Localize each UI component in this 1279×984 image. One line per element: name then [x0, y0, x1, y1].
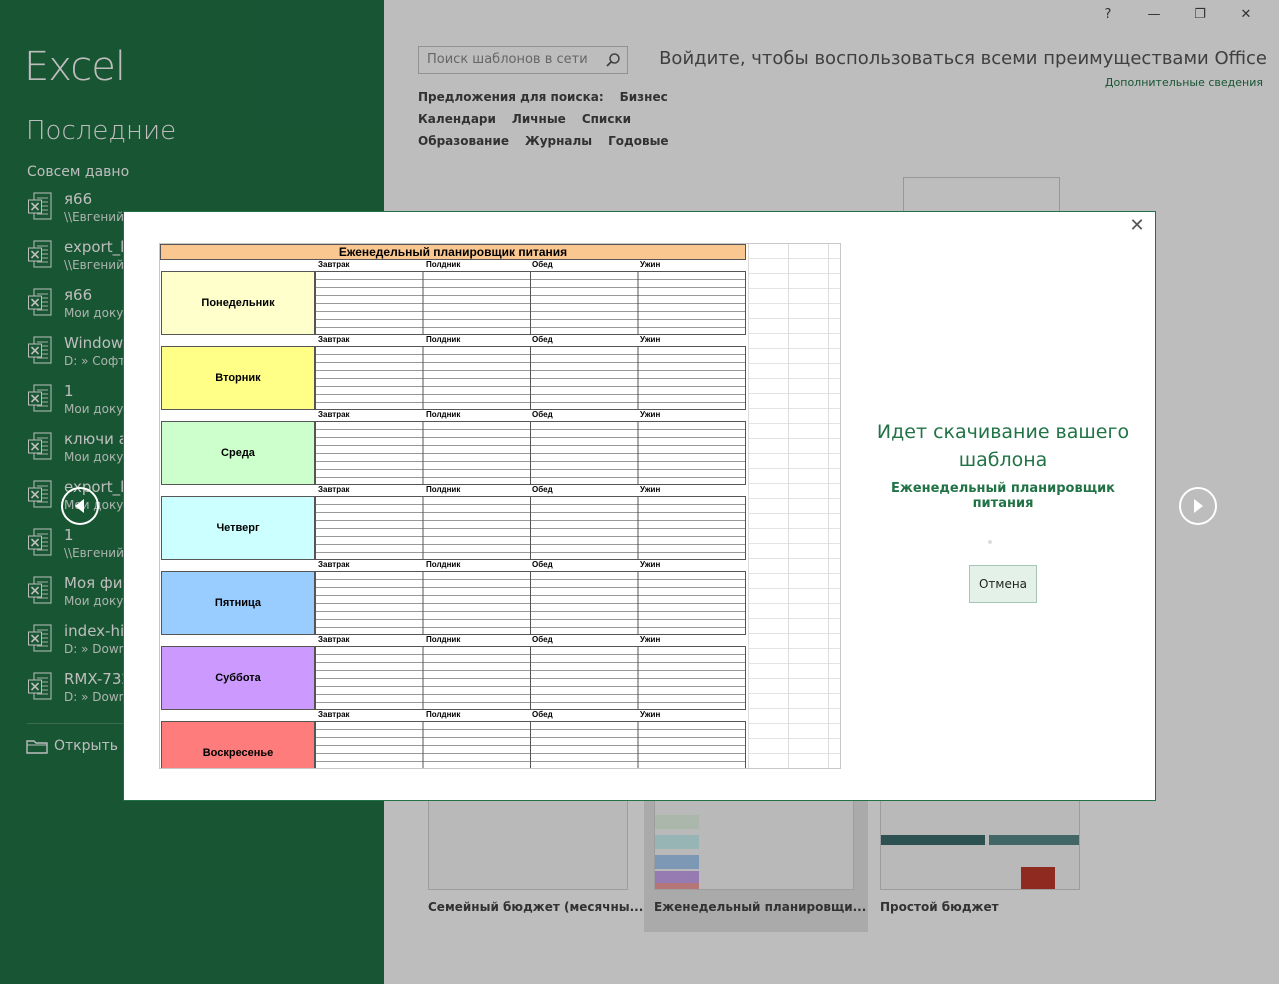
- day-name: Вторник: [215, 372, 261, 384]
- meal-header: Завтрак: [318, 410, 350, 419]
- next-template-button[interactable]: [1179, 487, 1217, 525]
- day-label-cell: Воскресенье: [161, 721, 315, 768]
- spreadsheet-grid: [748, 244, 840, 768]
- meal-header: Завтрак: [318, 710, 350, 719]
- meal-header: Ужин: [640, 635, 661, 644]
- meal-headers: Завтрак Полдник Обед Ужин: [316, 410, 746, 421]
- meal-header: Полдник: [426, 485, 461, 494]
- meal-header: Завтрак: [318, 485, 350, 494]
- template-download-dialog: ✕ Еженедельный планировщик питания Завтр…: [123, 211, 1156, 801]
- meal-header: Завтрак: [318, 635, 350, 644]
- planner-day-block: Завтрак Полдник Обед Ужин Пятница: [160, 560, 746, 636]
- meal-header: Обед: [532, 260, 553, 269]
- meal-header: Ужин: [640, 335, 661, 344]
- meal-header: Полдник: [426, 560, 461, 569]
- meal-header: Ужин: [640, 560, 661, 569]
- meal-header: Ужин: [640, 260, 661, 269]
- template-name: Еженедельный планировщик питания: [891, 481, 1115, 511]
- arrow-left-icon: [75, 499, 84, 513]
- meal-headers: Завтрак Полдник Обед Ужин: [316, 635, 746, 646]
- template-preview: Еженедельный планировщик питания Завтрак…: [159, 243, 841, 769]
- day-name: Понедельник: [201, 297, 275, 309]
- meal-header: Обед: [532, 485, 553, 494]
- cancel-button[interactable]: Отмена: [969, 565, 1037, 603]
- day-name: Пятница: [214, 597, 262, 609]
- planner-day-block: Завтрак Полдник Обед Ужин Четверг: [160, 485, 746, 561]
- meal-headers: Завтрак Полдник Обед Ужин: [316, 260, 746, 271]
- meal-header: Ужин: [640, 410, 661, 419]
- meal-grid: [315, 721, 746, 768]
- arrow-right-icon: [1194, 499, 1203, 513]
- previous-template-button[interactable]: [61, 487, 99, 525]
- meal-header: Завтрак: [318, 560, 350, 569]
- planner-day-block: Завтрак Полдник Обед Ужин Среда: [160, 410, 746, 486]
- meal-headers: Завтрак Полдник Обед Ужин: [316, 560, 746, 571]
- meal-grid: [315, 271, 746, 335]
- meal-grid: [315, 646, 746, 710]
- meal-header: Обед: [532, 335, 553, 344]
- meal-header: Полдник: [426, 410, 461, 419]
- day-label-cell: Пятница: [161, 571, 315, 635]
- day-label-cell: Вторник: [161, 346, 315, 410]
- day-name: Четверг: [216, 522, 260, 534]
- day-label-cell: Суббота: [161, 646, 315, 710]
- meal-header: Обед: [532, 560, 553, 569]
- meal-header: Обед: [532, 710, 553, 719]
- day-label-cell: Понедельник: [161, 271, 315, 335]
- progress-indicator: [988, 540, 992, 544]
- planner-day-block: Завтрак Полдник Обед Ужин Вторник: [160, 335, 746, 411]
- meal-header: Завтрак: [318, 335, 350, 344]
- meal-header: Завтрак: [318, 260, 350, 269]
- meal-grid: [315, 346, 746, 410]
- meal-header: Полдник: [426, 635, 461, 644]
- meal-planner-preview: Еженедельный планировщик питания Завтрак…: [160, 244, 748, 768]
- close-dialog-button[interactable]: ✕: [1127, 216, 1147, 236]
- meal-headers: Завтрак Полдник Обед Ужин: [316, 485, 746, 496]
- day-name: Воскресенье: [202, 747, 274, 759]
- day-name: Суббота: [215, 672, 261, 684]
- meal-header: Полдник: [426, 710, 461, 719]
- meal-header: Ужин: [640, 485, 661, 494]
- meal-header: Обед: [532, 635, 553, 644]
- planner-day-block: Завтрак Полдник Обед Ужин Суббота: [160, 635, 746, 711]
- download-status-title: Идет скачивание вашего шаблона: [876, 421, 1130, 471]
- day-label-cell: Четверг: [161, 496, 315, 560]
- meal-header: Обед: [532, 410, 553, 419]
- day-label-cell: Среда: [161, 421, 315, 485]
- planner-day-block: Завтрак Полдник Обед Ужин Понедельник: [160, 260, 746, 336]
- meal-header: Ужин: [640, 710, 661, 719]
- meal-grid: [315, 571, 746, 635]
- day-name: Среда: [221, 447, 255, 459]
- meal-grid: [315, 496, 746, 560]
- meal-grid: [315, 421, 746, 485]
- meal-header: Полдник: [426, 260, 461, 269]
- planner-title: Еженедельный планировщик питания: [160, 244, 746, 260]
- planner-day-block: Завтрак Полдник Обед Ужин Воскресенье: [160, 710, 746, 768]
- meal-header: Полдник: [426, 335, 461, 344]
- meal-headers: Завтрак Полдник Обед Ужин: [316, 710, 746, 721]
- meal-headers: Завтрак Полдник Обед Ужин: [316, 335, 746, 346]
